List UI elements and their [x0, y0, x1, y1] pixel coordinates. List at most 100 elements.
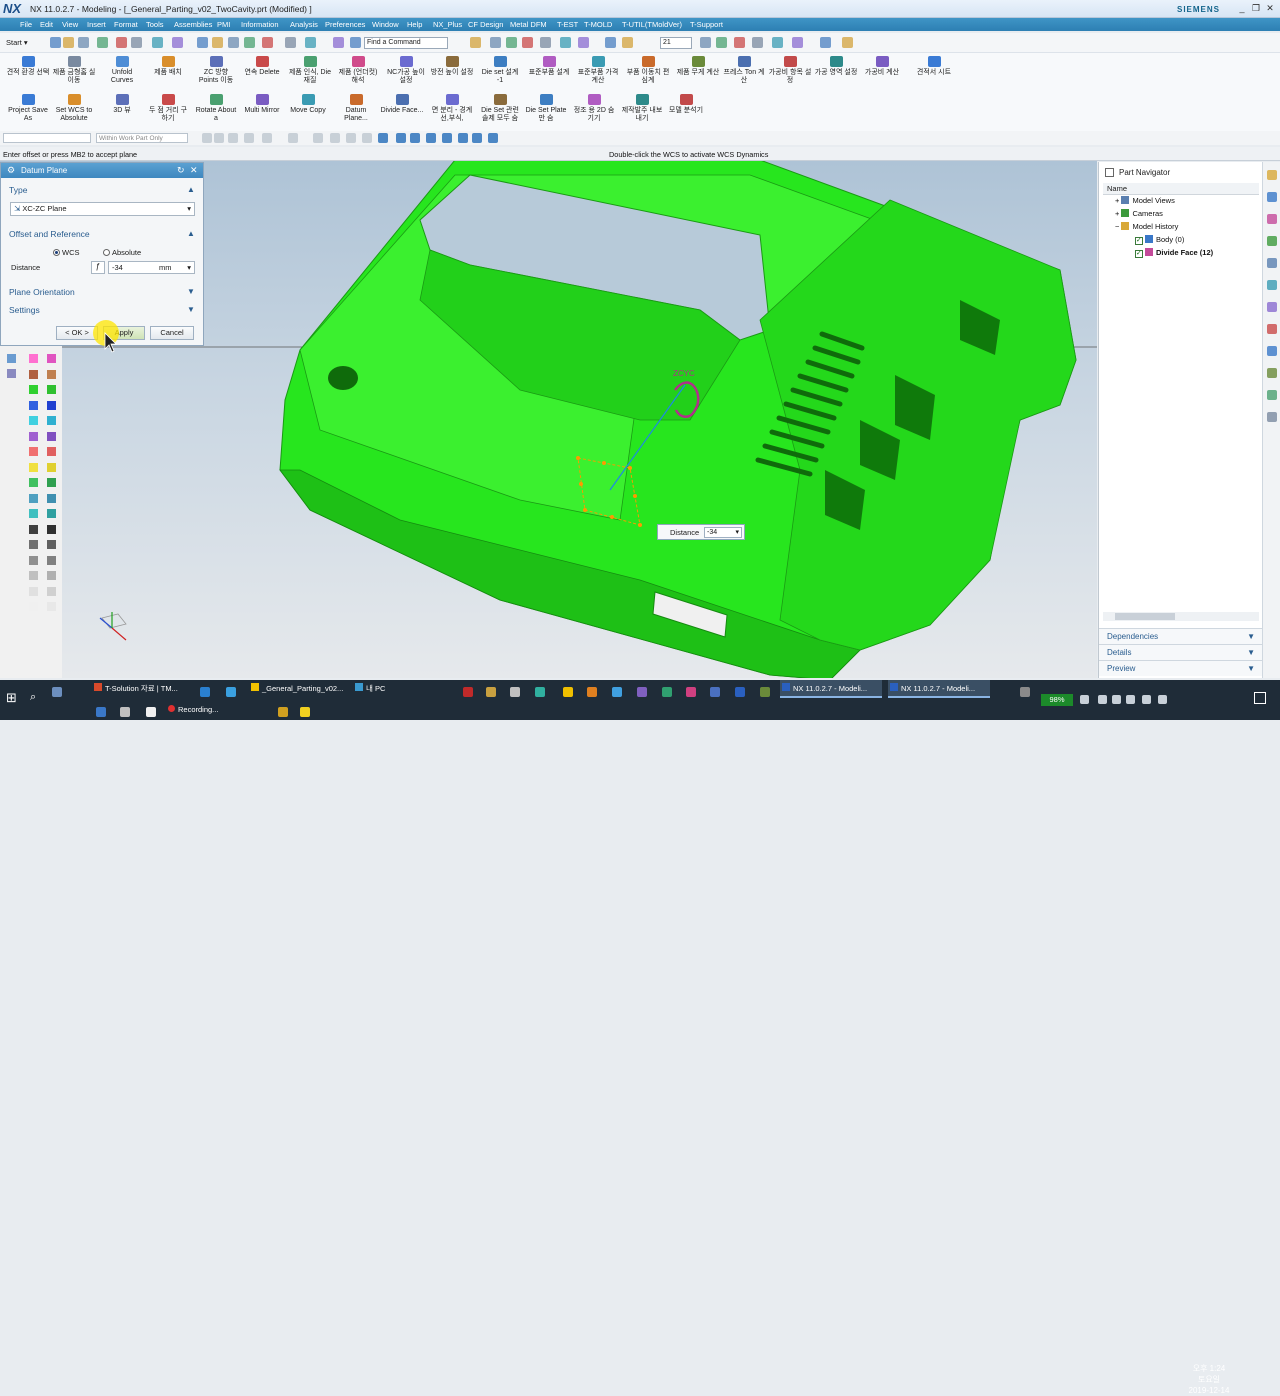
selection-tool-icon[interactable] [346, 133, 356, 143]
ribbon-button[interactable]: 제품 금형홈 실 이동 [52, 56, 96, 85]
color-swatch[interactable] [47, 416, 56, 425]
menu-nx-plus[interactable]: NX_Plus [433, 20, 462, 29]
ribbon-button[interactable]: Die Set 관련 솔제 모두 숨 [478, 94, 522, 123]
toolbar-tool-icon[interactable] [63, 37, 74, 48]
ribbon-button[interactable]: 표준부품 설계 [527, 56, 571, 77]
color-swatch[interactable] [47, 447, 56, 456]
toolbar-tool-icon[interactable] [540, 37, 551, 48]
ribbon-button[interactable]: 부품 이동치 편심계 [626, 56, 670, 85]
ribbon-button[interactable]: 연속 Delete [240, 56, 284, 77]
color-swatch[interactable] [29, 385, 38, 394]
toolbar-tool-icon[interactable] [752, 37, 763, 48]
tray-icon[interactable] [1112, 695, 1121, 704]
toolbar-tool-icon[interactable] [605, 37, 616, 48]
ribbon-button[interactable]: Project Save As [6, 94, 50, 123]
menu-t-mold[interactable]: T-MOLD [584, 20, 612, 29]
color-swatch[interactable] [47, 354, 56, 363]
ribbon-button[interactable]: NC가공 높이 설정 [384, 56, 428, 85]
selection-tool-icon[interactable] [396, 133, 406, 143]
type-section-header[interactable]: Type [9, 185, 27, 195]
column-header[interactable]: Name [1103, 183, 1259, 195]
ribbon-button[interactable]: 프레스 Ton 계산 [722, 56, 766, 85]
toolbar-tool-icon[interactable] [506, 37, 517, 48]
nav-tree-item[interactable]: ✓ Divide Face (12) [1135, 248, 1213, 258]
nav-panel-details[interactable]: Details ▼ [1099, 644, 1263, 660]
toolbar-tool-icon[interactable] [97, 37, 108, 48]
resource-bar-icon[interactable] [1267, 412, 1277, 422]
color-swatch[interactable] [29, 555, 38, 565]
distance-onscreen-input[interactable]: Distance -34 ▾ [657, 524, 745, 540]
color-swatch[interactable] [47, 369, 56, 379]
color-swatch[interactable] [47, 586, 56, 596]
menu-tools[interactable]: Tools [146, 20, 164, 29]
resource-bar-icon[interactable] [1267, 236, 1277, 246]
toolbar-tool-icon[interactable] [305, 37, 316, 48]
nav-panel-dependencies[interactable]: Dependencies ▼ [1099, 628, 1263, 644]
ribbon-button[interactable]: 제작발주 내보내기 [620, 94, 664, 123]
menu-assemblies[interactable]: Assemblies [174, 20, 212, 29]
toolbar-tool-icon[interactable] [470, 37, 481, 48]
menu-t-est[interactable]: T-EST [557, 20, 578, 29]
view-tool-icon[interactable] [7, 354, 16, 363]
expand-icon[interactable]: ▼ [187, 305, 195, 314]
menu-window[interactable]: Window [372, 20, 399, 29]
settings-header[interactable]: Settings [9, 305, 40, 315]
resource-bar-icon[interactable] [1267, 324, 1277, 334]
ribbon-button[interactable]: Divide Face... [380, 94, 424, 115]
menu-preferences[interactable]: Preferences [325, 20, 365, 29]
pinned-app-icon[interactable] [486, 687, 496, 697]
pinned-app-icon[interactable] [563, 687, 573, 697]
pinned-app-icon[interactable] [146, 707, 156, 717]
toolbar-tool-icon[interactable] [792, 37, 803, 48]
ribbon-button[interactable]: 제품 무게 계산 [676, 56, 720, 77]
resource-bar-icon[interactable] [1267, 192, 1277, 202]
ribbon-button[interactable]: Rotate About a [194, 94, 238, 123]
nav-panel-preview[interactable]: Preview ▼ [1099, 660, 1263, 676]
color-swatch[interactable] [29, 431, 38, 441]
ribbon-button[interactable]: 제품 배치 [146, 56, 190, 77]
ribbon-button[interactable]: Multi Mirror [240, 94, 284, 115]
menu-information[interactable]: Information [241, 20, 279, 29]
nav-tree-item[interactable]: + Model Views [1115, 196, 1175, 205]
pinned-app-icon[interactable] [52, 687, 62, 697]
selection-tool-icon[interactable] [362, 133, 372, 143]
color-swatch[interactable] [29, 400, 38, 410]
collapse-icon[interactable]: ▲ [187, 185, 195, 194]
color-swatch[interactable] [29, 586, 38, 596]
color-swatch[interactable] [29, 354, 38, 363]
horizontal-scrollbar[interactable] [1103, 612, 1259, 621]
menu-file[interactable]: File [20, 20, 32, 29]
toolbar-tool-icon[interactable] [820, 37, 831, 48]
menu-help[interactable]: Help [407, 20, 422, 29]
type-select[interactable]: ⇲ XC-ZC Plane ▾ [10, 202, 195, 216]
resource-bar-icon[interactable] [1267, 258, 1277, 268]
distance-input[interactable]: -34 mm ▾ [108, 261, 195, 274]
ribbon-button[interactable]: 방전 높이 설정 [430, 56, 474, 77]
toolbar-tool-icon[interactable] [622, 37, 633, 48]
menu-t-util-tmoldver-[interactable]: T-UTIL(TMoldVer) [622, 20, 682, 29]
ribbon-button[interactable]: 면 분리 - 경계선,부식, [430, 94, 474, 123]
pinned-app-icon[interactable] [735, 687, 745, 697]
tray-icon[interactable] [1126, 695, 1135, 704]
resource-bar-icon[interactable] [1267, 302, 1277, 312]
pinned-app-icon[interactable] [535, 687, 545, 697]
find-command-input[interactable]: Find a Command [364, 37, 448, 49]
toolbar-tool-icon[interactable] [490, 37, 501, 48]
cancel-button[interactable]: Cancel [150, 326, 194, 340]
close-dialog-icon[interactable]: ✕ [190, 165, 198, 176]
color-swatch[interactable] [29, 493, 38, 503]
tray-icon[interactable] [1098, 695, 1107, 704]
color-swatch[interactable] [29, 571, 38, 580]
toolbar-tool-icon[interactable] [152, 37, 163, 48]
popup-value[interactable]: -34 ▾ [704, 527, 742, 538]
selection-tool-icon[interactable] [426, 133, 436, 143]
formula-icon[interactable]: ƒ [91, 261, 105, 274]
pinned-app-icon[interactable] [587, 687, 597, 697]
pinned-app-icon[interactable] [278, 707, 288, 717]
taskbar-app[interactable]: T-Solution 자료 | TM... [92, 680, 192, 698]
color-swatch[interactable] [29, 416, 38, 425]
taskbar-app[interactable]: _General_Parting_v02... [249, 680, 345, 698]
color-swatch[interactable] [47, 509, 56, 518]
view-tool-icon[interactable] [7, 369, 16, 378]
selection-tool-icon[interactable] [313, 133, 323, 143]
